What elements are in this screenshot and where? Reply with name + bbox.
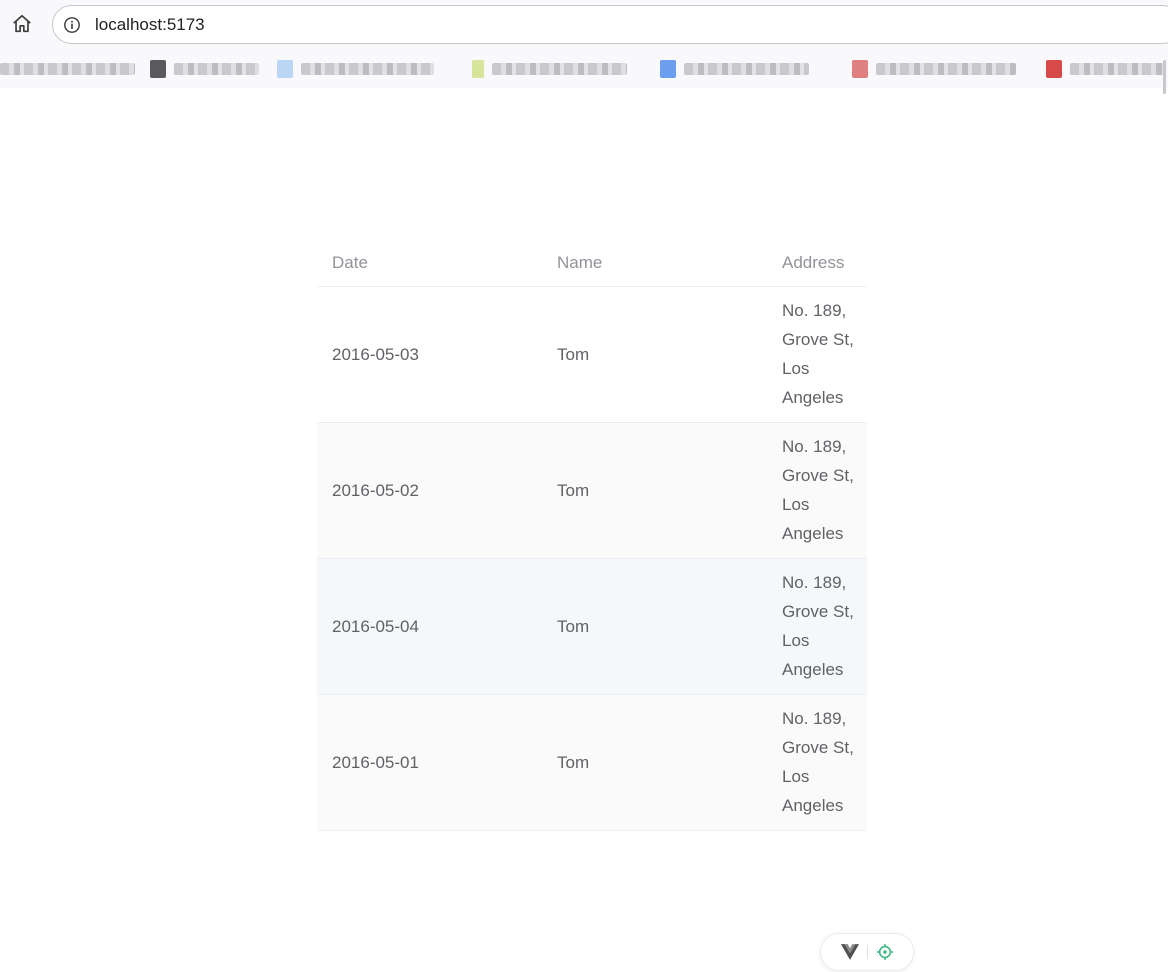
vue-devtools-pill[interactable]: [820, 933, 914, 971]
column-header-address: Address: [767, 240, 867, 287]
bookmark-item[interactable]: [852, 59, 1016, 79]
column-header-name: Name: [542, 240, 767, 287]
cell-date: 2016-05-03: [317, 286, 542, 423]
cell-date: 2016-05-01: [317, 694, 542, 831]
table-row[interactable]: 2016-05-03 Tom No. 189, Grove St, Los An…: [317, 286, 867, 423]
home-icon: [13, 14, 31, 33]
cell-address: No. 189, Grove St, Los Angeles: [767, 286, 867, 423]
cell-name: Tom: [542, 694, 767, 831]
info-icon[interactable]: [63, 16, 81, 34]
bookmark-item[interactable]: [660, 59, 809, 79]
cell-date: 2016-05-02: [317, 422, 542, 559]
bookmark-item[interactable]: [472, 59, 627, 79]
url-text: localhost:5173: [95, 14, 205, 34]
bookmark-item[interactable]: [277, 59, 434, 79]
vue-logo-icon[interactable]: [840, 944, 859, 960]
scrollbar-thumb[interactable]: [1163, 60, 1166, 94]
table-row[interactable]: 2016-05-04 Tom No. 189, Grove St, Los An…: [317, 558, 867, 695]
bookmark-item[interactable]: [0, 59, 135, 79]
cell-address: No. 189, Grove St, Los Angeles: [767, 558, 867, 695]
bookmark-item[interactable]: [150, 59, 259, 79]
cell-name: Tom: [542, 558, 767, 695]
table-header-row: Date Name Address: [317, 240, 867, 287]
cell-date: 2016-05-04: [317, 558, 542, 695]
home-button[interactable]: [8, 10, 36, 38]
data-table: Date Name Address 2016-05-03 Tom No. 189…: [317, 240, 867, 831]
bookmark-item[interactable]: [1046, 59, 1165, 79]
column-header-date: Date: [317, 240, 542, 287]
crosshair-icon[interactable]: [876, 943, 894, 961]
cell-address: No. 189, Grove St, Los Angeles: [767, 422, 867, 559]
browser-chrome: localhost:5173: [0, 0, 1168, 94]
cell-name: Tom: [542, 286, 767, 423]
cell-name: Tom: [542, 422, 767, 559]
address-bar[interactable]: localhost:5173: [52, 5, 1168, 44]
table-row[interactable]: 2016-05-01 Tom No. 189, Grove St, Los An…: [317, 694, 867, 831]
table-row[interactable]: 2016-05-02 Tom No. 189, Grove St, Los An…: [317, 422, 867, 559]
divider: [866, 945, 868, 959]
bookmarks-bar: [0, 55, 1168, 83]
cell-address: No. 189, Grove St, Los Angeles: [767, 694, 867, 831]
